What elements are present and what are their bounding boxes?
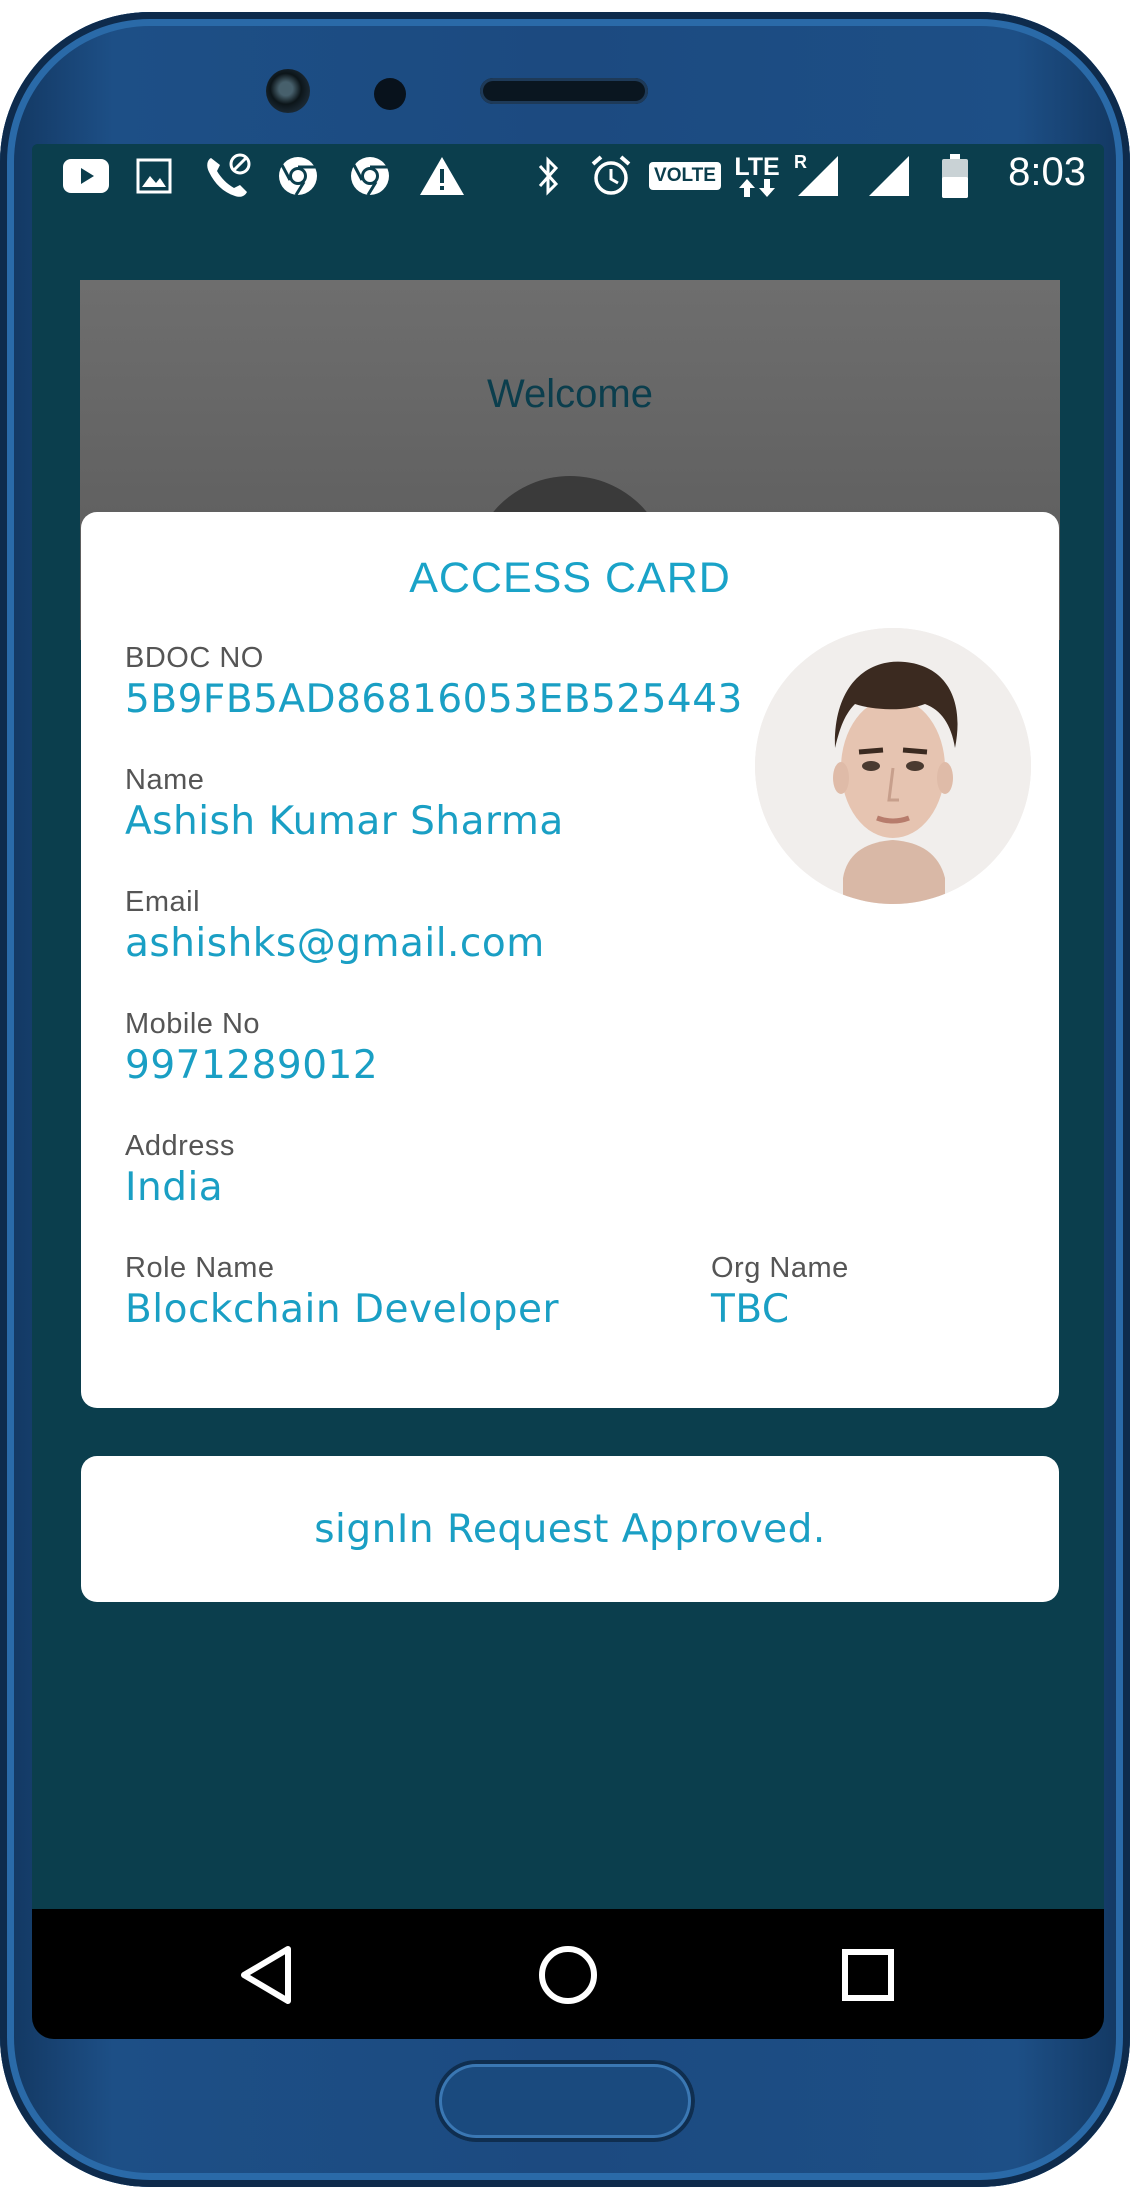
mobile-label: Mobile No [125, 1008, 261, 1040]
field-mobile: Mobile No 9971289012 [125, 1008, 378, 1088]
card-title: ACCESS CARD [409, 554, 731, 602]
access-card: ACCESS CARD BDOC NO 5B9FB5AD86816053EB52… [81, 512, 1059, 1408]
role-value: Blockchain Developer [125, 1287, 560, 1332]
earpiece-speaker [480, 78, 648, 104]
field-role: Role Name Blockchain Developer [125, 1252, 559, 1332]
field-name: Name Ashish Kumar Sharma [125, 764, 564, 844]
call-blocked-icon [202, 153, 254, 198]
proximity-sensor [374, 78, 406, 110]
welcome-title: Welcome [487, 372, 653, 416]
phone-frame: VOLTE LTE R 8:03 Welcome ACCESS CARD BDO… [0, 12, 1130, 2187]
battery-icon [937, 154, 973, 198]
address-label: Address [125, 1130, 235, 1162]
email-value: ashishks@gmail.com [125, 921, 545, 966]
lte-icon: LTE [732, 154, 782, 198]
email-label: Email [125, 886, 201, 918]
navigation-bar [32, 1909, 1104, 2039]
approval-message: signIn Request Approved. [314, 1506, 826, 1552]
bluetooth-icon [532, 154, 566, 198]
profile-photo [755, 628, 1031, 904]
address-value: India [125, 1165, 224, 1210]
field-address: Address India [125, 1130, 235, 1210]
signal-icon: R [790, 152, 842, 198]
recents-icon[interactable] [832, 1939, 904, 2011]
field-email: Email ashishks@gmail.com [125, 886, 545, 966]
volte-label: VOLTE [649, 162, 721, 190]
name-label: Name [125, 764, 205, 796]
home-icon[interactable] [532, 1939, 604, 2011]
alarm-icon [588, 154, 634, 198]
chrome-icon [274, 154, 322, 198]
approval-message-card: signIn Request Approved. [81, 1456, 1059, 1602]
screen: VOLTE LTE R 8:03 Welcome ACCESS CARD BDO… [32, 144, 1104, 2039]
org-value: TBC [711, 1287, 790, 1332]
status-bar: VOLTE LTE R 8:03 [32, 144, 1104, 208]
image-icon [134, 154, 174, 198]
signal-icon [862, 154, 912, 198]
org-label: Org Name [711, 1252, 849, 1284]
bdoc-value: 5B9FB5AD86816053EB525443 [125, 677, 743, 722]
name-value: Ashish Kumar Sharma [125, 799, 564, 844]
volte-icon: VOLTE [648, 154, 722, 198]
field-bdoc: BDOC NO 5B9FB5AD86816053EB525443 [125, 642, 743, 722]
back-icon[interactable] [232, 1939, 304, 2011]
field-org: Org Name TBC [711, 1252, 849, 1332]
youtube-icon [60, 154, 112, 198]
lte-label: LTE [734, 153, 780, 181]
clock: 8:03 [1008, 150, 1086, 194]
roaming-label: R [794, 152, 807, 172]
role-label: Role Name [125, 1252, 275, 1284]
warning-icon [417, 154, 467, 198]
front-camera [266, 69, 310, 113]
mobile-value: 9971289012 [125, 1043, 379, 1088]
physical-home-button[interactable] [435, 2060, 695, 2142]
bdoc-label: BDOC NO [125, 642, 264, 674]
chrome-icon [346, 154, 394, 198]
